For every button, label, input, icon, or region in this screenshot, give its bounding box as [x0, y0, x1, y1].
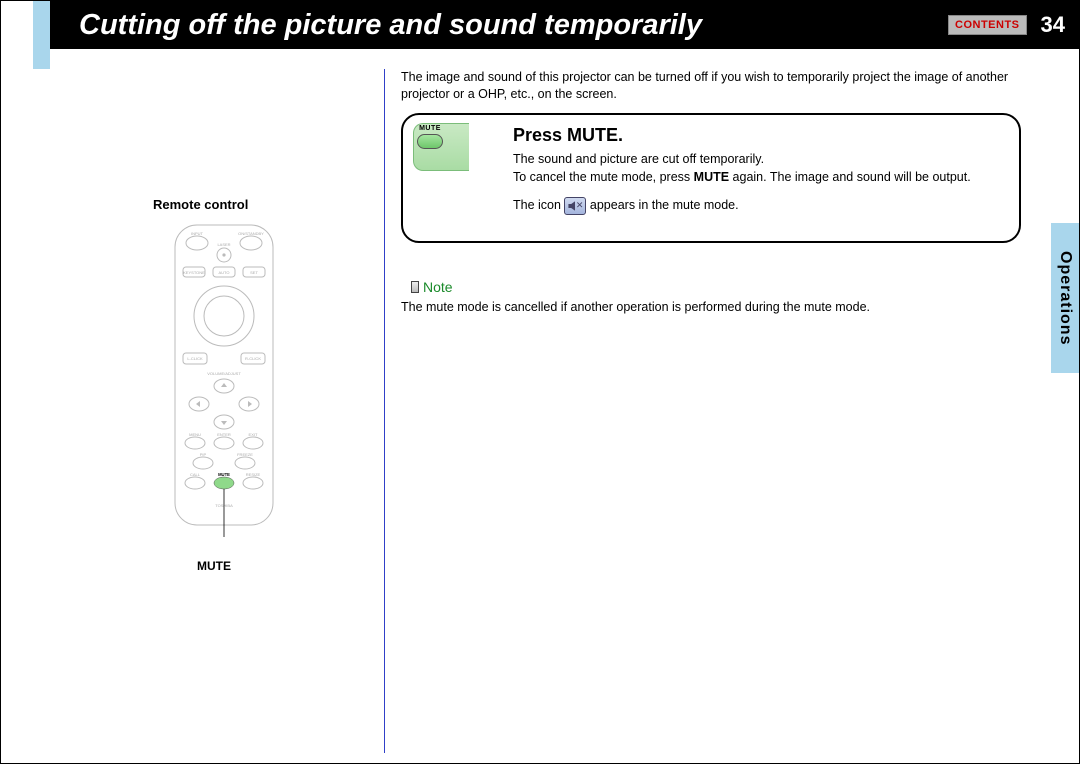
instr-line3a: The icon: [513, 198, 564, 212]
title-bar: Cutting off the picture and sound tempor…: [49, 1, 1079, 49]
mute-button-illustration: MUTE: [417, 125, 443, 149]
svg-text:R-CLICK: R-CLICK: [245, 356, 261, 361]
svg-text:FREEZE: FREEZE: [237, 452, 253, 457]
svg-text:ON/STANDBY: ON/STANDBY: [238, 231, 264, 236]
page-title: Cutting off the picture and sound tempor…: [49, 9, 948, 42]
note-bullet-icon: [411, 281, 419, 293]
instr-line2-bold: MUTE: [694, 170, 729, 184]
instruction-box: MUTE Press MUTE. The sound and picture a…: [401, 113, 1021, 243]
instr-line3b: appears in the mute mode.: [590, 198, 739, 212]
instruction-body: The sound and picture are cut off tempor…: [513, 150, 1005, 215]
svg-text:EXIT: EXIT: [249, 432, 258, 437]
intro-text: The image and sound of this projector ca…: [401, 69, 1039, 103]
body-area: The image and sound of this projector ca…: [49, 49, 1079, 763]
remote-mute-highlight: [214, 477, 234, 489]
svg-text:MUTE: MUTE: [218, 472, 230, 477]
section-tab: Operations: [1051, 223, 1079, 373]
mute-key-label: MUTE: [419, 125, 441, 132]
svg-text:RESIZE: RESIZE: [246, 472, 261, 477]
instr-line2b: again. The image and sound will be outpu…: [729, 170, 971, 184]
svg-text:CALL: CALL: [190, 472, 201, 477]
accent-strip: [33, 1, 50, 69]
page-number: 34: [1035, 12, 1079, 38]
note-label: Note: [423, 279, 453, 295]
note-heading: Note: [411, 279, 453, 295]
svg-text:VOLUME/ADJUST: VOLUME/ADJUST: [207, 371, 241, 376]
svg-text:PIP: PIP: [200, 452, 207, 457]
column-divider: [384, 69, 385, 753]
instr-line1: The sound and picture are cut off tempor…: [513, 152, 764, 166]
section-tab-label: Operations: [1056, 251, 1074, 345]
note-body: The mute mode is cancelled if another op…: [401, 299, 1039, 317]
instr-line2a: To cancel the mute mode, press: [513, 170, 694, 184]
svg-text:INPUT: INPUT: [191, 231, 204, 236]
svg-text:MENU: MENU: [189, 432, 201, 437]
mute-osd-icon: [564, 197, 586, 215]
remote-control-illustration: INPUT ON/STANDBY LASER KEYSTONE AUTO SET…: [169, 221, 279, 541]
svg-text:L-CLICK: L-CLICK: [187, 356, 203, 361]
svg-text:AUTO: AUTO: [218, 270, 229, 275]
svg-text:ENTER: ENTER: [217, 432, 231, 437]
svg-text:SET: SET: [250, 270, 258, 275]
instruction-title: Press MUTE.: [513, 125, 1005, 146]
remote-control-label: Remote control: [153, 197, 248, 212]
contents-button[interactable]: CONTENTS: [948, 15, 1027, 35]
svg-text:KEYSTONE: KEYSTONE: [183, 270, 205, 275]
mute-button-icon: [417, 134, 443, 149]
svg-text:LASER: LASER: [217, 242, 230, 247]
mute-callout-label: MUTE: [197, 559, 231, 573]
